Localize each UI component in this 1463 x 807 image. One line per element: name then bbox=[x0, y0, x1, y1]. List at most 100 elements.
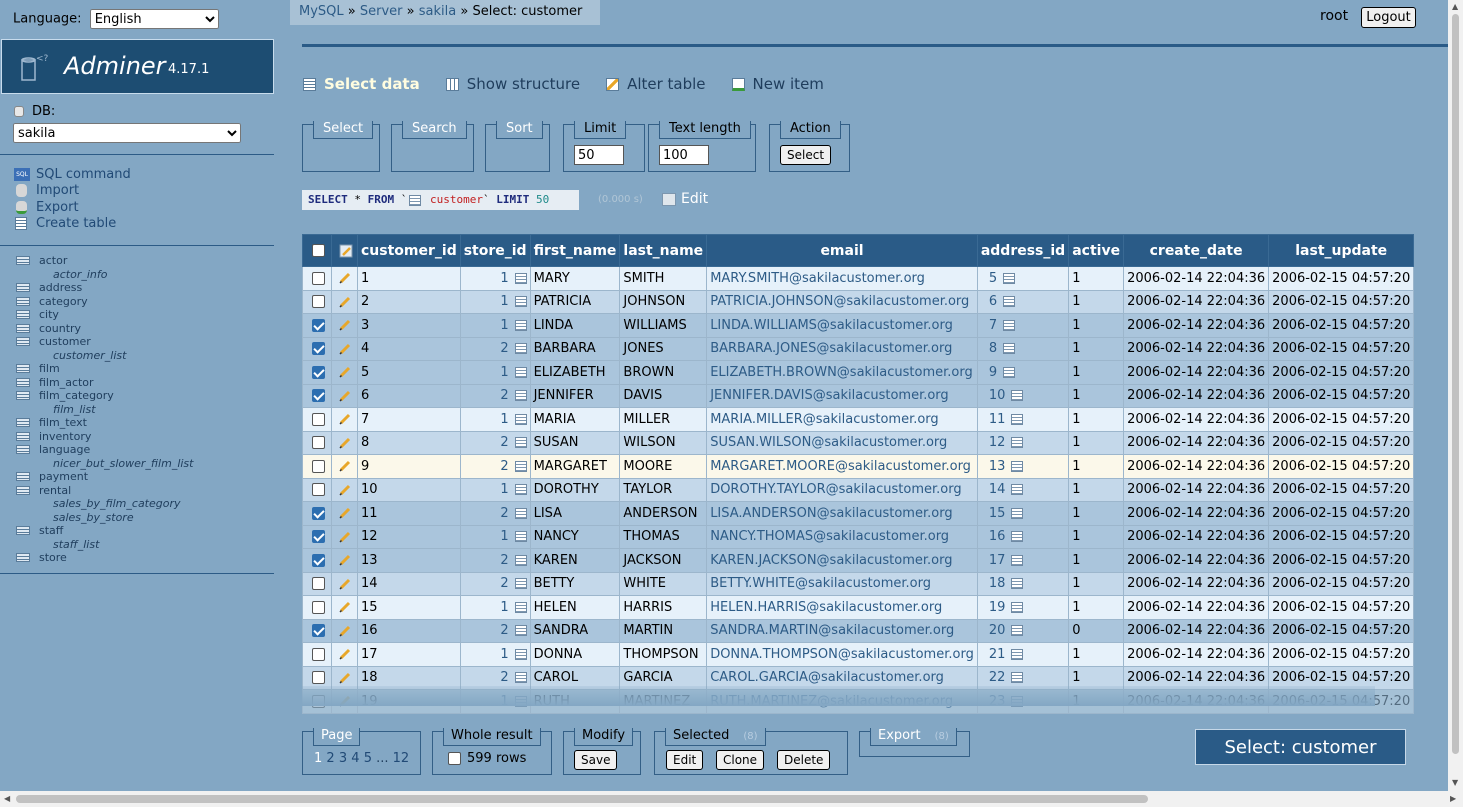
row-edit-cell[interactable] bbox=[331, 477, 358, 502]
table-name[interactable]: staff_list bbox=[53, 538, 99, 551]
row-checkbox[interactable] bbox=[312, 318, 325, 332]
row-select-cell[interactable] bbox=[302, 595, 332, 620]
cell-store-id[interactable]: 1 bbox=[459, 524, 531, 549]
cell-store-id[interactable]: 2 bbox=[459, 501, 531, 526]
clone-button[interactable]: Clone bbox=[716, 750, 765, 770]
sidebar-table-address[interactable]: address bbox=[16, 281, 193, 295]
menu-export[interactable]: Export bbox=[14, 199, 131, 216]
table-icon[interactable] bbox=[16, 337, 30, 347]
row-checkbox[interactable] bbox=[312, 365, 325, 379]
text-length-input[interactable] bbox=[659, 145, 709, 165]
row-edit-cell[interactable] bbox=[331, 360, 358, 385]
table-row[interactable]: 14 2 BETTY WHITE BETTY.WHITE@sakilacustomer.… bbox=[302, 571, 1415, 596]
table-link-icon[interactable] bbox=[1011, 390, 1024, 402]
table-row[interactable]: 10 1 DOROTHY TAYLOR DOROTHY.TAYLOR@sakilacus… bbox=[302, 477, 1415, 502]
col-last-update[interactable]: last_update bbox=[1268, 234, 1415, 267]
edit-pencil-icon[interactable] bbox=[338, 553, 352, 567]
link-new-item[interactable]: New item bbox=[731, 75, 824, 93]
table-name[interactable]: film bbox=[39, 362, 60, 375]
action-select-button[interactable]: Select bbox=[780, 145, 832, 165]
table-link-icon[interactable] bbox=[514, 507, 527, 519]
edit-pencil-icon[interactable] bbox=[338, 624, 352, 638]
table-row[interactable]: 9 2 MARGARET MOORE MARGARET.MOORE@sakilacust… bbox=[302, 454, 1415, 479]
export-legend[interactable]: Export (8) bbox=[870, 728, 957, 746]
sidebar-table-staff-list[interactable]: staff_list bbox=[16, 538, 193, 552]
table-name[interactable]: country bbox=[39, 322, 81, 335]
edit-pencil-icon[interactable] bbox=[338, 389, 352, 403]
whole-result-checkbox[interactable] bbox=[448, 752, 461, 765]
sidebar-table-film-list[interactable]: film_list bbox=[16, 403, 193, 417]
col-last-name[interactable]: last_name bbox=[619, 234, 708, 267]
table-name[interactable]: sales_by_film_category bbox=[53, 497, 181, 510]
table-link-icon[interactable] bbox=[514, 390, 527, 402]
cell-email[interactable]: LISA.ANDERSON@sakilacustomer.org bbox=[706, 501, 978, 526]
row-checkbox[interactable] bbox=[312, 647, 325, 661]
sql-edit-link[interactable]: Edit bbox=[662, 191, 708, 207]
cell-email[interactable]: JENNIFER.DAVIS@sakilacustomer.org bbox=[706, 383, 978, 408]
whole-result[interactable]: 599 rows bbox=[448, 751, 526, 766]
cell-store-id[interactable]: 2 bbox=[459, 336, 531, 361]
cell-address-id[interactable]: 11 bbox=[976, 407, 1070, 432]
row-select-cell[interactable] bbox=[302, 383, 332, 408]
col-create-date[interactable]: create_date bbox=[1123, 234, 1270, 267]
cell-email[interactable]: HELEN.HARRIS@sakilacustomer.org bbox=[706, 595, 978, 620]
row-edit-cell[interactable] bbox=[331, 336, 358, 361]
cell-store-id[interactable]: 2 bbox=[459, 430, 531, 455]
table-row[interactable]: 2 1 PATRICIA JOHNSON PATRICIA.JOHNSON@sakila… bbox=[302, 289, 1415, 314]
cell-address-id[interactable]: 6 bbox=[976, 289, 1070, 314]
table-name[interactable]: rental bbox=[39, 484, 71, 497]
edit-pencil-icon[interactable] bbox=[338, 600, 352, 614]
table-link-icon[interactable] bbox=[1011, 437, 1024, 449]
page-2[interactable]: 2 bbox=[326, 751, 334, 766]
cell-email[interactable]: MARGARET.MOORE@sakilacustomer.org bbox=[706, 454, 978, 479]
link-show-structure[interactable]: Show structure bbox=[445, 75, 580, 93]
cell-store-id[interactable]: 2 bbox=[459, 571, 531, 596]
cell-address-id[interactable]: 20 bbox=[976, 618, 1070, 643]
cell-email[interactable]: DOROTHY.TAYLOR@sakilacustomer.org bbox=[706, 477, 978, 502]
select-legend[interactable]: Select bbox=[313, 121, 374, 139]
select-all-checkbox[interactable] bbox=[312, 244, 325, 257]
edit-pencil-icon[interactable] bbox=[338, 295, 352, 309]
cell-address-id[interactable]: 14 bbox=[976, 477, 1070, 502]
cell-email[interactable]: PATRICIA.JOHNSON@sakilacustomer.org bbox=[706, 289, 978, 314]
edit-pencil-icon[interactable] bbox=[338, 506, 352, 520]
sidebar-table-payment[interactable]: payment bbox=[16, 470, 193, 484]
adminer-logo[interactable]: <? Adminer 4.17.1 bbox=[1, 39, 274, 94]
cell-email[interactable]: ELIZABETH.BROWN@sakilacustomer.org bbox=[706, 360, 978, 385]
row-checkbox[interactable] bbox=[312, 459, 325, 473]
table-icon[interactable] bbox=[16, 472, 30, 482]
save-button[interactable]: Save bbox=[574, 750, 618, 770]
sidebar-table-store[interactable]: store bbox=[16, 551, 193, 565]
sidebar-table-staff[interactable]: staff bbox=[16, 524, 193, 538]
row-edit-cell[interactable] bbox=[331, 313, 358, 338]
cell-email[interactable]: KAREN.JACKSON@sakilacustomer.org bbox=[706, 548, 978, 573]
table-icon[interactable] bbox=[16, 283, 30, 293]
table-link-icon[interactable] bbox=[1011, 531, 1024, 543]
cell-email[interactable]: MARIA.MILLER@sakilacustomer.org bbox=[706, 407, 978, 432]
row-edit-cell[interactable] bbox=[331, 548, 358, 573]
page-12[interactable]: 12 bbox=[393, 751, 410, 766]
cell-address-id[interactable]: 5 bbox=[976, 266, 1070, 291]
sidebar-table-sales-by-store[interactable]: sales_by_store bbox=[16, 511, 193, 525]
row-edit-cell[interactable] bbox=[331, 289, 358, 314]
row-checkbox[interactable] bbox=[312, 412, 325, 426]
table-link-icon[interactable] bbox=[1011, 460, 1024, 472]
sidebar-table-category[interactable]: category bbox=[16, 295, 193, 309]
edit-pencil-icon[interactable] bbox=[338, 365, 352, 379]
link-select-data[interactable]: Select data bbox=[303, 75, 420, 93]
cell-email[interactable]: MARY.SMITH@sakilacustomer.org bbox=[706, 266, 978, 291]
row-checkbox[interactable] bbox=[312, 624, 325, 638]
menu-create-table[interactable]: Create table bbox=[14, 216, 131, 233]
table-link-icon[interactable] bbox=[1011, 554, 1024, 566]
cell-store-id[interactable]: 1 bbox=[459, 360, 531, 385]
table-link-icon[interactable] bbox=[514, 531, 527, 543]
sidebar-table-customer-list[interactable]: customer_list bbox=[16, 349, 193, 363]
row-checkbox[interactable] bbox=[312, 436, 325, 450]
cell-email[interactable]: NANCY.THOMAS@sakilacustomer.org bbox=[706, 524, 978, 549]
search-fieldset[interactable]: Search bbox=[391, 121, 474, 172]
sidebar-table-sales-by-film-category[interactable]: sales_by_film_category bbox=[16, 497, 193, 511]
sidebar-table-film[interactable]: film bbox=[16, 362, 193, 376]
page-3[interactable]: 3 bbox=[339, 751, 347, 766]
language-select[interactable]: English bbox=[89, 9, 219, 29]
table-row[interactable]: 12 1 NANCY THOMAS NANCY.THOMAS@sakilacustome… bbox=[302, 524, 1415, 549]
